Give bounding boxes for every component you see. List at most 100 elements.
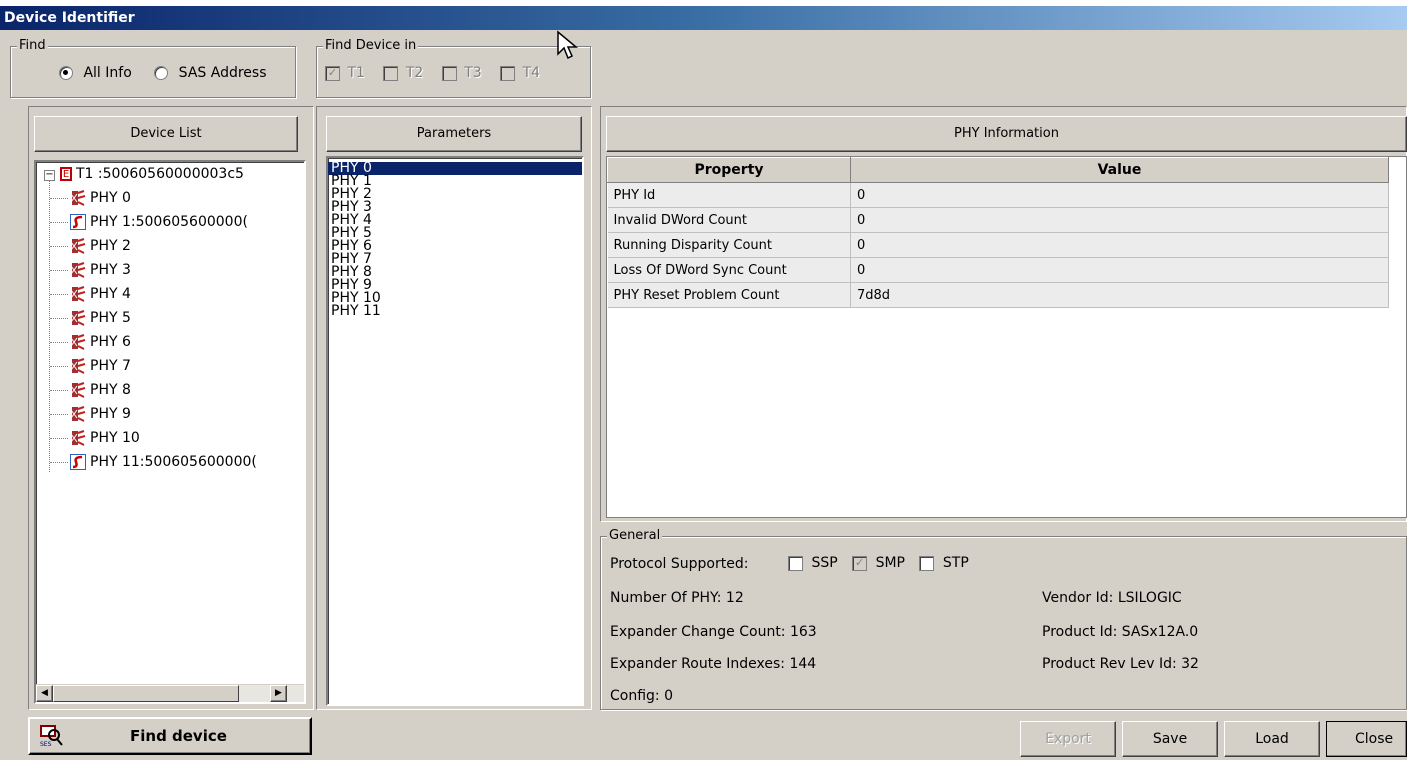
- phy-info-header[interactable]: PHY Information: [606, 116, 1407, 152]
- t4-label: T4: [522, 65, 541, 81]
- value-cell: 0: [850, 182, 1389, 208]
- device-tree[interactable]: − E T1 :50060560000003c5 PHY 0 PHY 1:50060…: [34, 160, 306, 704]
- smp-label: SMP: [875, 555, 905, 571]
- t1-checkbox[interactable]: ✓: [325, 65, 340, 81]
- tree-item-phy-1[interactable]: PHY 1:500605600000(: [50, 210, 248, 234]
- disconnected-phy-icon: [70, 310, 86, 326]
- connected-phy-icon: [70, 454, 86, 470]
- protocol-checkboxes: SSP ✓ SMP STP: [788, 555, 969, 571]
- property-column-header[interactable]: Property: [607, 157, 851, 183]
- property-cell: Invalid DWord Count: [607, 207, 851, 233]
- tree-item-phy-8[interactable]: PHY 8: [50, 378, 131, 402]
- number-of-phy: Number Of PHY: 12: [610, 590, 744, 606]
- tree-item-label: PHY 0: [90, 190, 131, 206]
- disconnected-phy-icon: [70, 238, 86, 254]
- table-row[interactable]: PHY Reset Problem Count 7d8d: [607, 282, 1389, 308]
- tree-item-phy-10[interactable]: PHY 10: [50, 426, 140, 450]
- t1-label: T1: [347, 65, 365, 81]
- tree-item-label: PHY 6: [90, 334, 131, 350]
- disconnected-phy-icon: [70, 358, 86, 374]
- load-button[interactable]: Load: [1224, 721, 1320, 757]
- disconnected-phy-icon: [70, 334, 86, 350]
- save-button[interactable]: Save: [1122, 721, 1218, 757]
- export-button[interactable]: Export: [1020, 721, 1116, 757]
- value-cell: 7d8d: [850, 282, 1389, 308]
- tree-item-label: PHY 4: [90, 286, 131, 302]
- tree-root-label: T1 :50060560000003c5: [76, 166, 244, 182]
- t2-checkbox[interactable]: [383, 65, 399, 81]
- general-legend: General: [607, 528, 663, 544]
- config-value: Config: 0: [610, 688, 673, 704]
- sas-address-radio[interactable]: [154, 66, 169, 80]
- stp-label: STP: [942, 555, 969, 571]
- parameters-list[interactable]: PHY 0 PHY 1 PHY 2 PHY 3 PHY 4 PHY 5 PHY 6 PHY 7…: [326, 156, 584, 706]
- disconnected-phy-icon: [70, 430, 86, 446]
- tree-item-label: PHY 10: [90, 430, 140, 446]
- tree-item-phy-0[interactable]: PHY 0: [50, 186, 131, 210]
- disconnected-phy-icon: [70, 190, 86, 206]
- close-button[interactable]: Close: [1326, 721, 1407, 757]
- tree-item-label: PHY 2: [90, 238, 131, 254]
- t4-checkbox[interactable]: [500, 65, 516, 81]
- horizontal-scrollbar[interactable]: ◀ ▶: [36, 684, 304, 702]
- tree-item-phy-11[interactable]: PHY 11:500605600000(: [50, 450, 257, 474]
- collapse-toggle[interactable]: −: [44, 170, 55, 181]
- expander-route-indexes: Expander Route Indexes: 144: [610, 656, 817, 672]
- property-cell: Running Disparity Count: [607, 232, 851, 258]
- tree-item-phy-5[interactable]: PHY 5: [50, 306, 131, 330]
- tree-item-label: PHY 3: [90, 262, 131, 278]
- phy-info-grid[interactable]: Property Value PHY Id 0 Invalid DWord Coun…: [606, 156, 1407, 518]
- scroll-thumb[interactable]: [53, 685, 239, 702]
- scroll-left-icon[interactable]: ◀: [36, 685, 53, 702]
- tree-item-phy-2[interactable]: PHY 2: [50, 234, 131, 258]
- table-row[interactable]: PHY Id 0: [607, 182, 1389, 208]
- tree-item-phy-4[interactable]: PHY 4: [50, 282, 131, 306]
- sas-address-label: SAS Address: [178, 65, 267, 81]
- top-strip: [0, 0, 1407, 6]
- expander-icon: E: [60, 167, 72, 181]
- find-device-in-group: Find Device in ✓ T1 T2 T3 T4: [316, 38, 591, 98]
- all-info-label: All Info: [83, 65, 132, 81]
- tree-item-phy-7[interactable]: PHY 7: [50, 354, 131, 378]
- tree-item-phy-6[interactable]: PHY 6: [50, 330, 131, 354]
- value-cell: 0: [850, 257, 1389, 283]
- value-cell: 0: [850, 207, 1389, 233]
- smp-checkbox[interactable]: ✓: [852, 555, 868, 571]
- t3-checkbox[interactable]: [441, 65, 457, 81]
- property-cell: PHY Reset Problem Count: [607, 282, 851, 308]
- tree-item-label: PHY 11:500605600000(: [90, 454, 257, 470]
- parameters-header[interactable]: Parameters: [326, 116, 582, 152]
- all-info-radio[interactable]: [59, 66, 73, 80]
- table-row[interactable]: Running Disparity Count 0: [607, 232, 1389, 258]
- tree-item-phy-3[interactable]: PHY 3: [50, 258, 131, 282]
- scroll-right-icon[interactable]: ▶: [270, 685, 287, 702]
- value-column-header[interactable]: Value: [850, 157, 1389, 183]
- find-device-icon: SES: [38, 723, 64, 748]
- product-id: Product Id: SASx12A.0: [1042, 624, 1199, 640]
- product-rev-lev-id: Product Rev Lev Id: 32: [1042, 656, 1199, 672]
- vendor-id: Vendor Id: LSILOGIC: [1042, 590, 1182, 606]
- ssp-checkbox[interactable]: [788, 555, 803, 571]
- t2-label: T2: [405, 65, 424, 81]
- window-title: Device Identifier: [0, 6, 1407, 30]
- tree-item-label: PHY 7: [90, 358, 131, 374]
- table-row[interactable]: Loss Of DWord Sync Count 0: [607, 257, 1389, 283]
- property-cell: Loss Of DWord Sync Count: [607, 257, 851, 283]
- tree-item-phy-9[interactable]: PHY 9: [50, 402, 131, 426]
- tree-root[interactable]: E T1 :50060560000003c5: [60, 162, 244, 186]
- find-device-label: Find device: [130, 727, 227, 745]
- disconnected-phy-icon: [70, 406, 86, 422]
- stp-checkbox[interactable]: [919, 555, 935, 571]
- parameter-item[interactable]: PHY 11: [328, 304, 582, 318]
- find-device-in-legend: Find Device in: [323, 38, 419, 54]
- find-device-button[interactable]: SES Find device: [28, 717, 312, 755]
- table-row[interactable]: Invalid DWord Count 0: [607, 207, 1389, 233]
- find-group: Find All Info SAS Address: [10, 38, 296, 98]
- device-list-header[interactable]: Device List: [34, 116, 298, 152]
- disconnected-phy-icon: [70, 382, 86, 398]
- ssp-label: SSP: [811, 555, 838, 571]
- tree-item-label: PHY 5: [90, 310, 131, 326]
- disconnected-phy-icon: [70, 286, 86, 302]
- mouse-cursor-icon: [556, 30, 580, 62]
- t3-label: T3: [464, 65, 482, 81]
